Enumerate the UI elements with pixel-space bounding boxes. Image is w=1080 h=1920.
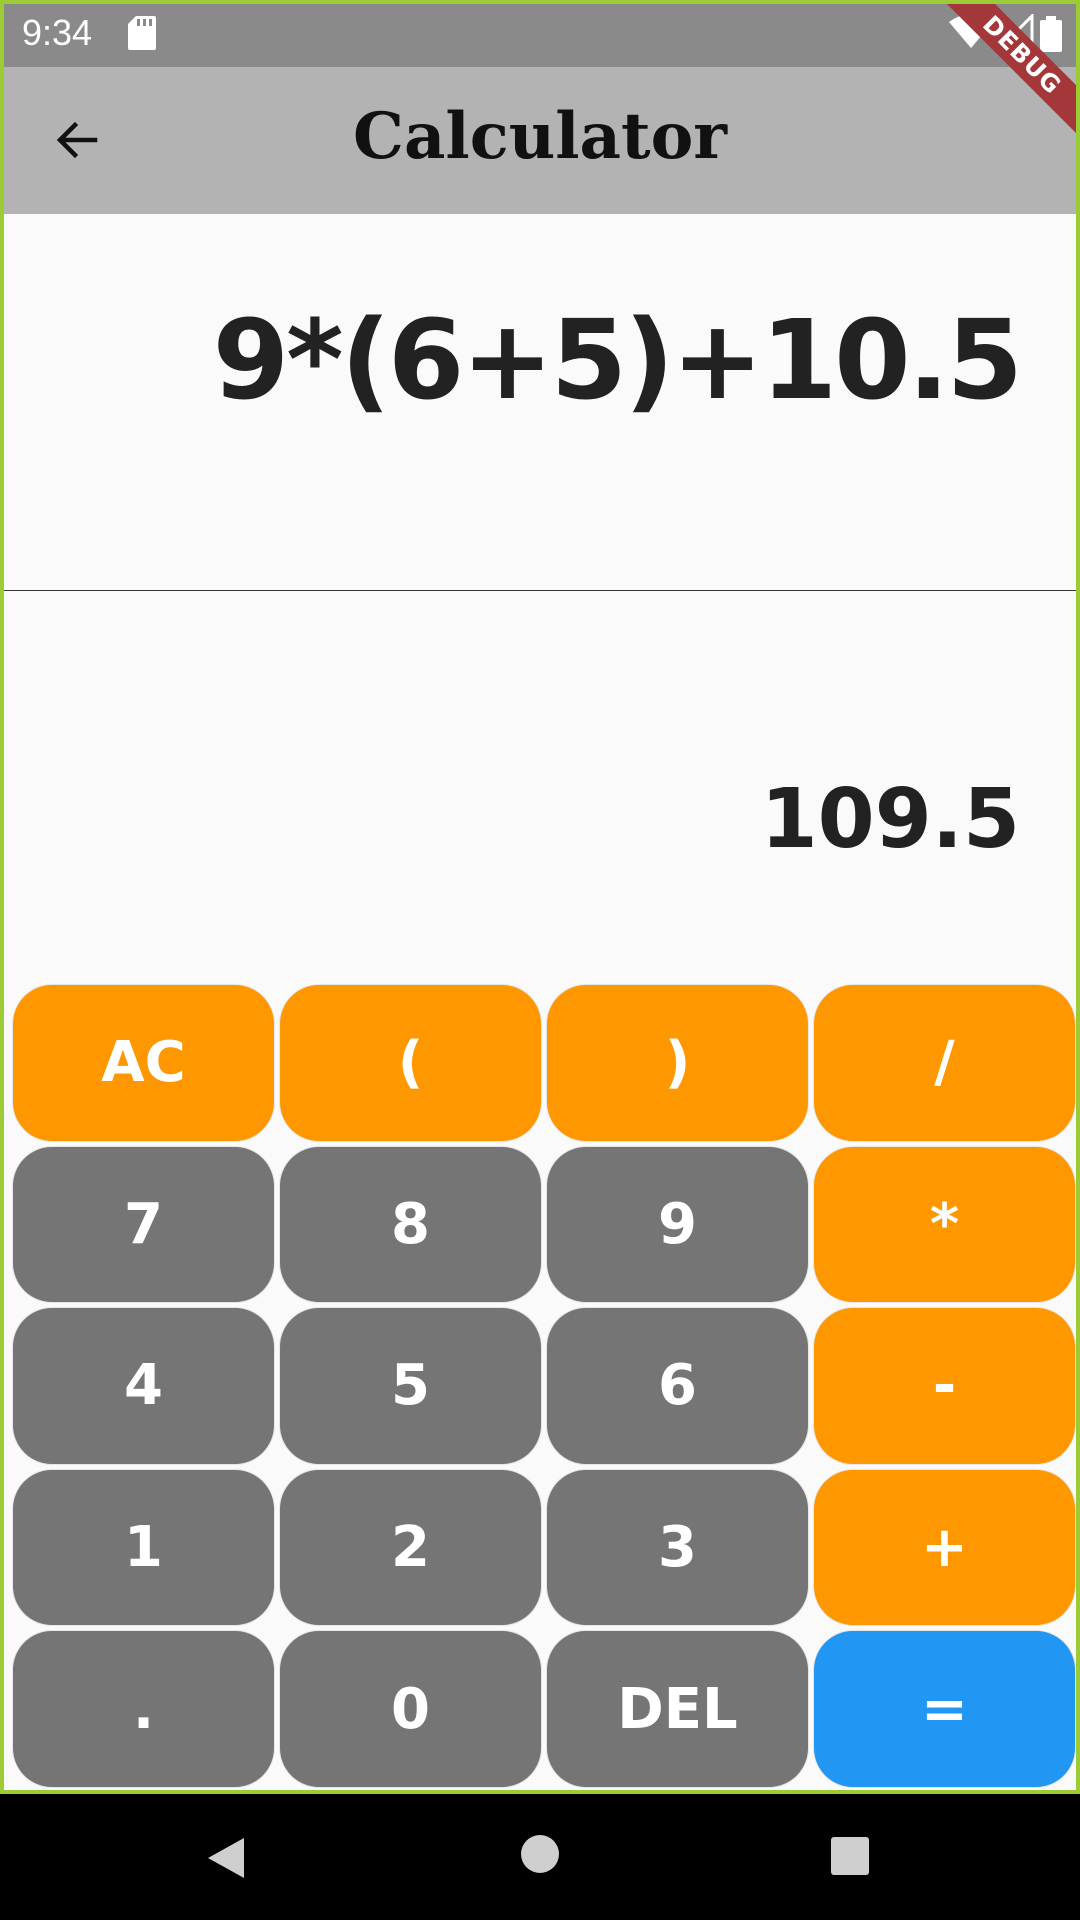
digit-9-button[interactable]: 9 [546, 1145, 809, 1304]
open-paren-button[interactable]: ( [279, 984, 542, 1142]
close-paren-button[interactable]: ) [546, 984, 809, 1142]
equals-button[interactable]: = [813, 1630, 1076, 1788]
digit-2-button[interactable]: 2 [279, 1468, 542, 1627]
divide-button[interactable]: / [813, 984, 1076, 1142]
status-time: 9:34 [22, 12, 93, 53]
digit-7-button[interactable]: 7 [12, 1145, 275, 1304]
display-divider [4, 590, 1076, 591]
status-bar: 9:34 [4, 4, 1076, 67]
decimal-button[interactable]: . [12, 1630, 275, 1788]
battery-icon [1040, 16, 1062, 56]
wifi-icon [949, 14, 993, 54]
nav-recents-icon[interactable] [830, 1836, 870, 1880]
page-title: Calculator [353, 99, 727, 174]
digit-0-button[interactable]: 0 [279, 1630, 542, 1788]
cell-signal-icon [996, 12, 1034, 54]
all-clear-button[interactable]: AC [12, 984, 275, 1142]
digit-5-button[interactable]: 5 [279, 1307, 542, 1465]
app-screen: 9:34 Calculator DEBUG 9*(6+5)+10.5 109.5… [0, 0, 1080, 1794]
nav-home-icon[interactable] [520, 1834, 560, 1878]
subtract-button[interactable]: - [813, 1307, 1076, 1465]
add-button[interactable]: + [813, 1468, 1076, 1627]
digit-3-button[interactable]: 3 [546, 1468, 809, 1627]
digit-6-button[interactable]: 6 [546, 1307, 809, 1465]
digit-1-button[interactable]: 1 [12, 1468, 275, 1627]
nav-back-icon[interactable] [204, 1834, 248, 1886]
system-nav-bar [0, 1794, 1080, 1920]
expression-display: 9*(6+5)+10.5 [212, 296, 1023, 424]
sd-card-icon [128, 16, 156, 54]
keypad: AC ( ) / 7 8 9 * 4 5 6 - 1 2 3 + . 0 DEL… [12, 984, 1076, 1788]
delete-button[interactable]: DEL [546, 1630, 809, 1788]
result-display: 109.5 [760, 772, 1020, 867]
digit-4-button[interactable]: 4 [12, 1307, 275, 1465]
app-bar: Calculator [4, 67, 1076, 214]
multiply-button[interactable]: * [813, 1145, 1076, 1304]
digit-8-button[interactable]: 8 [279, 1145, 542, 1304]
